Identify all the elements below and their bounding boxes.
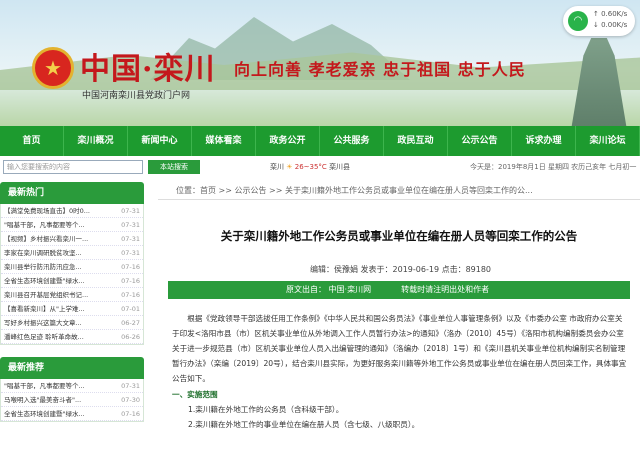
list-item[interactable]: "唱基干部，凡事都要等个... 07-31 bbox=[1, 379, 143, 393]
site-title[interactable]: 中国·栾川 bbox=[80, 44, 215, 88]
article-body: 根据《党政领导干部选拔任用工作条例》《中华人民共和国公务员法》《事业单位人事管理… bbox=[158, 299, 640, 432]
wifi-icon: ◠ bbox=[568, 11, 588, 31]
search-input[interactable]: 输入您要搜索的内容 bbox=[3, 160, 143, 174]
article-meta: 编辑：侯豫娟 发表于：2019-06-19 点击：89180 bbox=[310, 265, 492, 274]
toolbar: 输入您要搜索的内容 本站搜索 栾川 ☀ 26~35°C 栾川县 今天是：2019… bbox=[0, 158, 640, 178]
list-item[interactable]: 全省生态环境创建暨"绿水... 07-16 bbox=[1, 274, 143, 288]
header-banner: ★ 中国·栾川 中国河南栾川县党政门户网 向上向善 孝老爱亲 忠于祖国 忠于人民… bbox=[0, 0, 640, 126]
source-bar: 原文出自： 中国·栾川网 转载时请注明出处和作者 bbox=[168, 281, 630, 299]
list-item[interactable]: 【喜看新栾川】从"上学难... 07-01 bbox=[1, 302, 143, 316]
nav-announcements[interactable]: 公示公告 bbox=[448, 126, 512, 156]
list-item[interactable]: "唱基干部，凡事都要等个... 07-31 bbox=[1, 218, 143, 232]
sun-icon: ☀ bbox=[286, 163, 293, 171]
national-emblem-icon: ★ bbox=[32, 47, 74, 89]
list-item[interactable]: 栾川县召开基层党组织书记... 07-16 bbox=[1, 288, 143, 302]
weather-location: 栾川县 bbox=[329, 163, 351, 171]
nav-interaction[interactable]: 政民互动 bbox=[384, 126, 448, 156]
list-item[interactable]: 全省生态环境创建暨"绿水... 07-16 bbox=[1, 407, 143, 421]
article-main: 位置：首页 >> 公示公告 >> 关于栾川籍外地工作公务员或事业单位在编在册人员… bbox=[158, 182, 640, 450]
list-item[interactable]: 栾川县举行防汛防汛应急... 07-16 bbox=[1, 260, 143, 274]
article-title: 关于栾川籍外地工作公务员或事业单位在编在册人员等回栾工作的公告 bbox=[220, 229, 578, 243]
breadcrumb-current: 关于栾川籍外地工作公务员或事业单位在编在册人员等回栾工作的公... bbox=[285, 186, 533, 195]
list-item[interactable]: 写好乡村振兴这篇大文章... 06-27 bbox=[1, 316, 143, 330]
nav-overview[interactable]: 栾川概况 bbox=[64, 126, 128, 156]
article-paragraph: 根据《党政领导干部选拔任用工作条例》《中华人民共和国公务员法》《事业单位人事管理… bbox=[172, 314, 627, 383]
recommend-list: "唱基干部，凡事都要等个... 07-31 马喉明入选"最美奋斗者"... 07-3… bbox=[0, 379, 144, 422]
list-item: 1.栾川籍在外地工作的公务员（含科级干部）。 bbox=[188, 405, 344, 414]
current-date: 今天是：2019年8月1日 星期四 农历己亥年 七月初一 bbox=[470, 163, 637, 171]
sidebar: 最新热门 【满堂免费现场直击】0时0... 07-31 "唱基干部，凡事都要等个.… bbox=[0, 182, 144, 422]
site-subtitle: 中国河南栾川县党政门户网 bbox=[82, 91, 191, 101]
upload-speed: ↑ 0.60K/s bbox=[593, 10, 628, 18]
list-item[interactable]: 马喉明入选"最美奋斗者"... 07-30 bbox=[1, 393, 143, 407]
list-item: 2.栾川籍在外地工作的事业单位在编在册人员（含七级、八级职员）。 bbox=[188, 420, 420, 429]
latest-hot-list: 【满堂免费现场直击】0时0... 07-31 "唱基干部，凡事都要等个... 07-… bbox=[0, 204, 144, 345]
network-speed-widget[interactable]: ◠ ↑ 0.60K/s ↓ 0.00K/s bbox=[563, 6, 635, 36]
section-heading: 一、实施范围 bbox=[172, 390, 218, 399]
weather-widget: 栾川 ☀ 26~35°C 栾川县 bbox=[270, 162, 350, 172]
nav-news[interactable]: 新闻中心 bbox=[128, 126, 192, 156]
list-item[interactable]: 李家在栾川调研脱贫攻坚... 07-31 bbox=[1, 246, 143, 260]
recommend-heading: 最新推荐 bbox=[0, 357, 144, 379]
nav-media[interactable]: 媒体看栾 bbox=[192, 126, 256, 156]
main-nav: 首页 栾川概况 新闻中心 媒体看栾 政务公开 公共服务 政民互动 公示公告 诉求… bbox=[0, 126, 640, 156]
nav-gov-affairs[interactable]: 政务公开 bbox=[256, 126, 320, 156]
nav-public-service[interactable]: 公共服务 bbox=[320, 126, 384, 156]
weather-city: 栾川 bbox=[270, 163, 284, 171]
breadcrumb-section[interactable]: 公示公告 bbox=[235, 186, 267, 195]
slogan: 向上向善 孝老爱亲 忠于祖国 忠于人民 bbox=[234, 60, 526, 79]
breadcrumb-prefix: 位置： bbox=[176, 186, 200, 195]
breadcrumb: 位置：首页 >> 公示公告 >> 关于栾川籍外地工作公务员或事业单位在编在册人员… bbox=[158, 182, 640, 200]
search-button[interactable]: 本站搜索 bbox=[148, 160, 200, 174]
source-note: 转载时请注明出处和作者 bbox=[401, 285, 490, 294]
list-item[interactable]: 【满堂免费现场直击】0时0... 07-31 bbox=[1, 204, 143, 218]
list-item[interactable]: 【视频】乡村振兴看栾川一... 07-31 bbox=[1, 232, 143, 246]
list-item[interactable]: 潘峰红色足迹 聆听革命故... 06-26 bbox=[1, 330, 143, 344]
latest-hot-heading: 最新热门 bbox=[0, 182, 144, 204]
nav-appeals[interactable]: 诉求办理 bbox=[512, 126, 576, 156]
weather-temp: 26~35°C bbox=[294, 163, 327, 171]
nav-home[interactable]: 首页 bbox=[0, 126, 64, 156]
article-source: 原文出自： 中国·栾川网 bbox=[286, 285, 372, 294]
download-speed: ↓ 0.00K/s bbox=[593, 21, 628, 29]
nav-forum[interactable]: 栾川论坛 bbox=[576, 126, 640, 156]
breadcrumb-home[interactable]: 首页 bbox=[200, 186, 216, 195]
